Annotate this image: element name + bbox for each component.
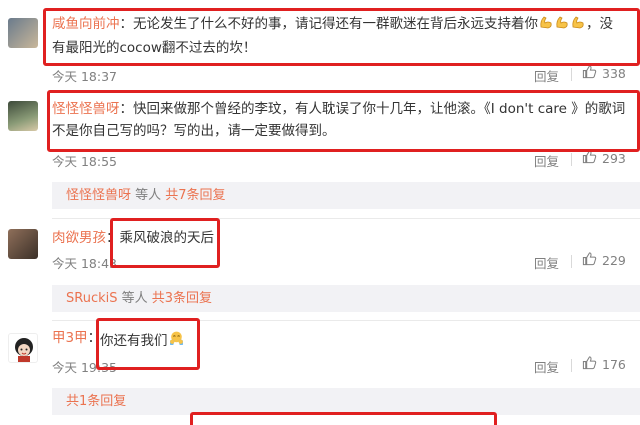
like-count: 293 [602, 150, 626, 166]
like-count: 338 [602, 65, 626, 81]
comment-username[interactable]: 肉欲男孩 [52, 230, 106, 246]
reply-button[interactable]: 回复 [534, 253, 559, 272]
reply-button[interactable]: 回复 [534, 151, 559, 170]
thumbs-up-icon [582, 64, 597, 82]
comment-username[interactable]: 甲3甲 [52, 330, 88, 346]
sub-replies-box[interactable]: SRuckiS 等人 共3条回复 [52, 285, 640, 312]
highlight-box [110, 218, 220, 268]
comment-time: 今天 18:37 [52, 69, 117, 84]
highlight-box [47, 90, 640, 152]
avatar[interactable] [8, 101, 38, 131]
separator [571, 255, 572, 268]
like-count: 176 [602, 356, 626, 372]
sub-reply-user[interactable]: 怪怪怪兽呀 [66, 188, 131, 203]
thumbs-up-icon [582, 251, 597, 269]
highlight-box [96, 318, 200, 370]
reply-button[interactable]: 回复 [534, 357, 559, 376]
like-button[interactable]: 176 [582, 355, 626, 373]
separator [571, 153, 572, 166]
sub-reply-user[interactable]: SRuckiS [66, 291, 117, 306]
comment-time: 今天 18:55 [52, 154, 117, 169]
sub-reply-count[interactable]: 共3条回复 [152, 291, 212, 306]
highlight-box [43, 8, 640, 66]
reply-button[interactable]: 回复 [534, 66, 559, 85]
like-count: 229 [602, 252, 626, 268]
sub-replies-box[interactable]: 怪怪怪兽呀 等人 共7条回复 [52, 182, 640, 209]
like-button[interactable]: 229 [582, 251, 626, 269]
separator [571, 68, 572, 81]
avatar[interactable] [8, 229, 38, 259]
avatar[interactable] [8, 18, 38, 48]
sub-replies-box[interactable]: 共1条回复 [52, 388, 640, 415]
avatar[interactable] [8, 333, 38, 363]
highlight-box [190, 412, 497, 425]
sub-reply-count[interactable]: 共1条回复 [66, 394, 126, 409]
thumbs-up-icon [582, 355, 597, 373]
separator [571, 359, 572, 372]
like-button[interactable]: 338 [582, 64, 626, 82]
sub-reply-count[interactable]: 共7条回复 [165, 188, 225, 203]
comment-time: 今天 18:43 [52, 256, 117, 271]
